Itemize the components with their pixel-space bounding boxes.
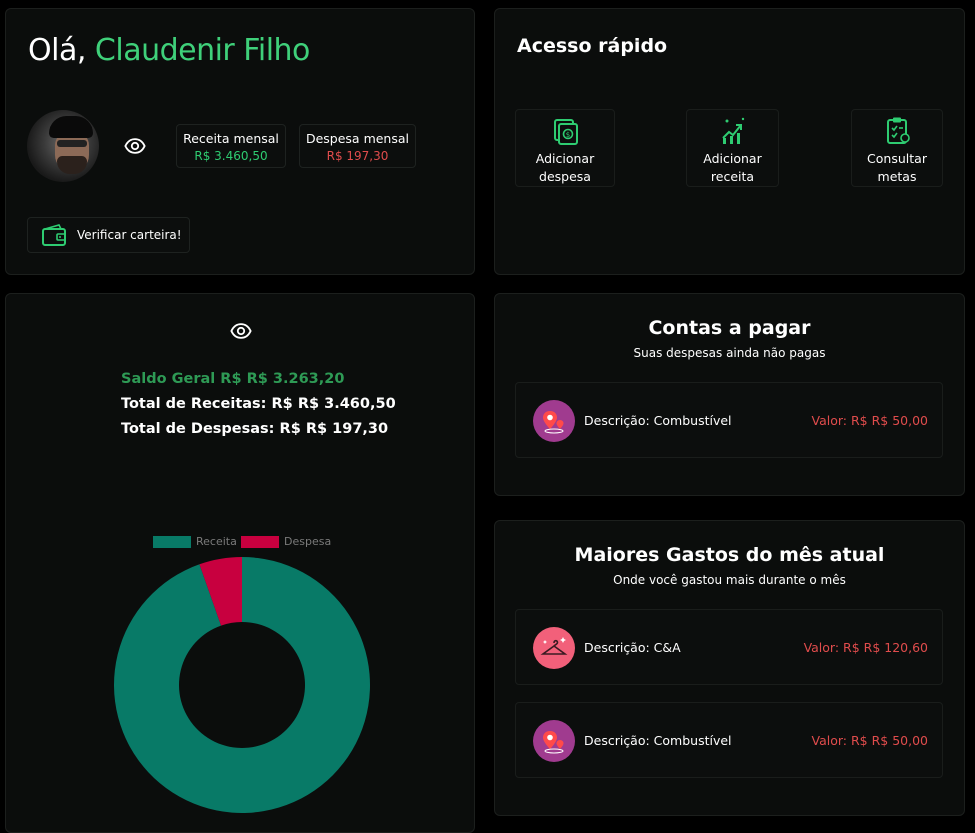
add-income-button[interactable]: Adicionar receita [686, 109, 779, 187]
despesa-mensal-label: Despesa mensal [305, 131, 410, 146]
list-item[interactable]: Descrição: Combustível Valor: R$ R$ 50,0… [515, 702, 943, 778]
legend-despesa[interactable]: Despesa [241, 535, 331, 548]
add-expense-button[interactable]: $ Adicionar despesa [515, 109, 615, 187]
bills-card: Contas a pagar Suas despesas ainda não p… [494, 293, 965, 496]
doughnut-chart [114, 557, 370, 813]
verify-wallet-label: Verificar carteira! [77, 228, 182, 242]
location-pin-icon [533, 400, 575, 442]
bills-title: Contas a pagar [648, 317, 811, 339]
top-expenses-subtitle: Onde você gastou mais durante o mês [613, 573, 846, 587]
clothes-hanger-icon [533, 627, 575, 669]
saldo-geral: Saldo Geral R$ R$ 3.263,20 [121, 371, 345, 387]
top-expenses-card: Maiores Gastos do mês atual Onde você ga… [494, 520, 965, 816]
despesa-mensal-box: Despesa mensal R$ 197,30 [299, 124, 416, 168]
user-name: Claudenir Filho [94, 33, 311, 68]
bill-description: Descrição: Combustível [584, 413, 732, 428]
eye-icon[interactable] [124, 135, 146, 157]
list-item[interactable]: Descrição: Combustível Valor: R$ R$ 50,0… [515, 382, 943, 458]
money-income-icon [722, 117, 745, 144]
expense-value: Valor: R$ R$ 50,00 [811, 733, 928, 748]
legend-receita[interactable]: Receita [153, 535, 237, 548]
legend-receita-label: Receita [196, 535, 237, 548]
wallet-icon [42, 224, 66, 246]
check-goals-button[interactable]: Consultar metas [851, 109, 943, 187]
receita-mensal-box: Receita mensal R$ 3.460,50 [176, 124, 286, 168]
clipboard-goals-icon [887, 117, 910, 144]
bill-value: Valor: R$ R$ 50,00 [811, 413, 928, 428]
add-income-label: Adicionar receita [703, 151, 762, 184]
greeting-card: Olá, Claudenir Filho Receita mensal R$ 3… [5, 8, 475, 275]
svg-text:$: $ [566, 131, 570, 139]
eye-icon[interactable] [230, 320, 252, 342]
greeting-title: Olá, Claudenir Filho [28, 33, 310, 68]
location-pin-icon [533, 720, 575, 762]
expense-description: Descrição: Combustível [584, 733, 732, 748]
money-expense-icon: $ [554, 119, 578, 145]
top-expenses-title: Maiores Gastos do mês atual [574, 544, 885, 566]
expense-description: Descrição: C&A [584, 640, 681, 655]
avatar[interactable] [27, 110, 99, 182]
verify-wallet-button[interactable]: Verificar carteira! [27, 217, 190, 253]
despesa-mensal-value: R$ 197,30 [326, 149, 389, 163]
quick-access-title: Acesso rápido [517, 35, 668, 57]
total-receitas: Total de Receitas: R$ R$ 3.460,50 [121, 396, 396, 412]
bills-subtitle: Suas despesas ainda não pagas [633, 346, 826, 360]
legend-despesa-label: Despesa [284, 535, 332, 548]
legend-despesa-swatch [241, 536, 279, 548]
balance-card: Saldo Geral R$ R$ 3.263,20 Total de Rece… [5, 293, 475, 833]
receita-mensal-value: R$ 3.460,50 [194, 149, 268, 163]
check-goals-label: Consultar metas [867, 151, 927, 184]
quick-access-card: Acesso rápido $ Adicionar despesa Adicio… [494, 8, 965, 275]
legend-receita-swatch [153, 536, 191, 548]
total-despesas: Total de Despesas: R$ R$ 197,30 [121, 421, 389, 437]
list-item[interactable]: Descrição: C&A Valor: R$ R$ 120,60 [515, 609, 943, 685]
expense-value: Valor: R$ R$ 120,60 [803, 640, 928, 655]
add-expense-label: Adicionar despesa [535, 151, 595, 184]
greeting-prefix: Olá, [28, 33, 95, 68]
receita-mensal-label: Receita mensal [183, 131, 279, 146]
